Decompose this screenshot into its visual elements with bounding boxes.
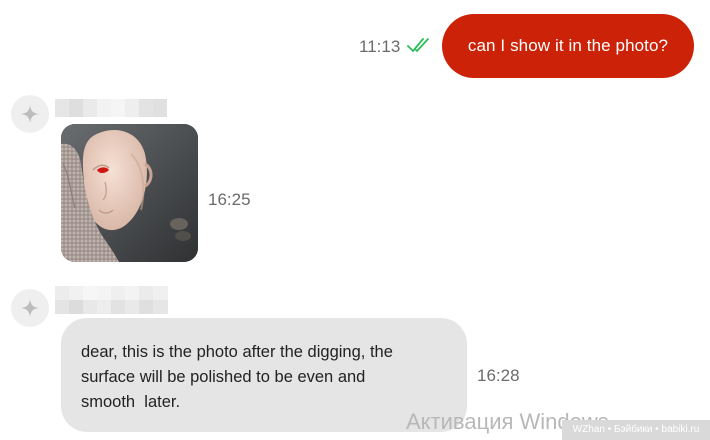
sender-name-blurred: [55, 286, 168, 314]
message-photo[interactable]: [61, 124, 198, 262]
sender-name-blurred: [55, 99, 167, 117]
photo-message-time: 16:25: [208, 190, 251, 209]
incoming-message-time: 16:28: [477, 366, 520, 385]
sender-avatar[interactable]: [11, 289, 49, 327]
site-watermark: WZhan • Бэйбики • babiki.ru: [562, 420, 710, 440]
message-line: dear, this is the photo after the diggin…: [81, 343, 393, 361]
outgoing-message-text: can I show it in the photo?: [467, 36, 669, 55]
outgoing-message-time: 11:13: [359, 37, 401, 56]
sparkle-icon: [21, 299, 39, 317]
doll-head-photo: [61, 124, 198, 262]
message-line: smooth later.: [81, 393, 181, 411]
sparkle-icon: [21, 105, 39, 123]
double-check-icon: [407, 38, 429, 52]
sender-avatar[interactable]: [11, 95, 49, 133]
outgoing-message-bubble[interactable]: can I show it in the photo?: [442, 14, 694, 78]
message-line: surface will be polished to be even and: [81, 368, 366, 386]
